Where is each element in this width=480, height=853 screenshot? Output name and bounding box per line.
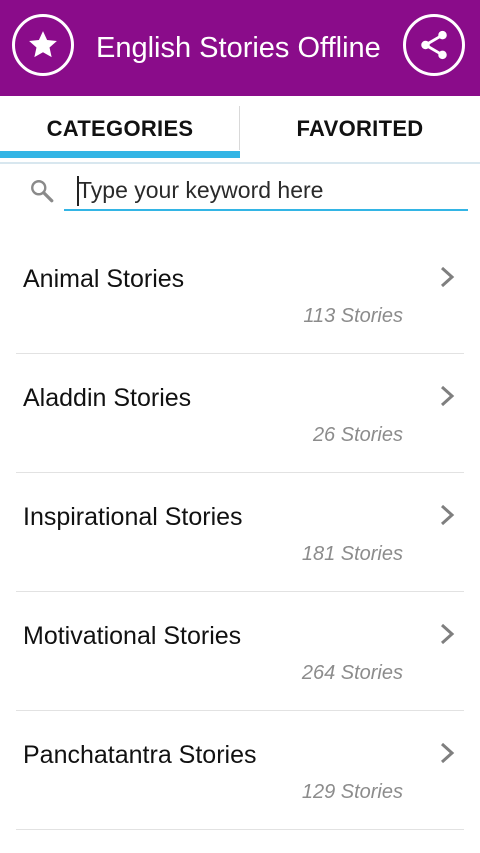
chevron-right-icon: [440, 385, 455, 407]
category-title: Panchatantra Stories: [23, 741, 257, 769]
category-item-aladdin[interactable]: Aladdin Stories 26 Stories: [16, 354, 464, 473]
category-title: Motivational Stories: [23, 622, 242, 650]
selected-tab-indicator: [0, 151, 240, 158]
chevron-right-icon: [440, 623, 455, 645]
text-cursor: [77, 176, 79, 206]
app-bar: English Stories Offline: [0, 0, 480, 96]
star-icon: [29, 31, 57, 58]
search-icon: [31, 180, 54, 203]
chevron-right-icon: [440, 742, 455, 764]
category-item-animal[interactable]: Animal Stories 113 Stories: [16, 235, 464, 354]
story-count: 113 Stories: [303, 305, 403, 327]
chevron-right-icon: [440, 504, 455, 526]
story-count: 181 Stories: [301, 543, 403, 565]
category-title: Animal Stories: [23, 265, 185, 293]
share-button[interactable]: [403, 14, 465, 76]
category-item-panchatantra[interactable]: Panchatantra Stories 129 Stories: [16, 711, 464, 830]
category-title: Inspirational Stories: [23, 503, 243, 531]
category-item-inspirational[interactable]: Inspirational Stories 181 Stories: [16, 473, 464, 592]
story-count: 26 Stories: [312, 424, 403, 446]
category-item-motivational[interactable]: Motivational Stories 264 Stories: [16, 592, 464, 711]
category-title: Aladdin Stories: [23, 384, 192, 412]
favorites-button[interactable]: [12, 14, 74, 76]
story-count: 264 Stories: [301, 662, 403, 684]
search-input[interactable]: [64, 171, 468, 211]
share-icon: [421, 30, 447, 60]
chevron-right-icon: [440, 266, 455, 288]
story-count: 129 Stories: [301, 781, 403, 803]
app-title: English Stories Offline: [96, 32, 381, 64]
tab-favorited[interactable]: FAVORITED: [240, 96, 480, 162]
